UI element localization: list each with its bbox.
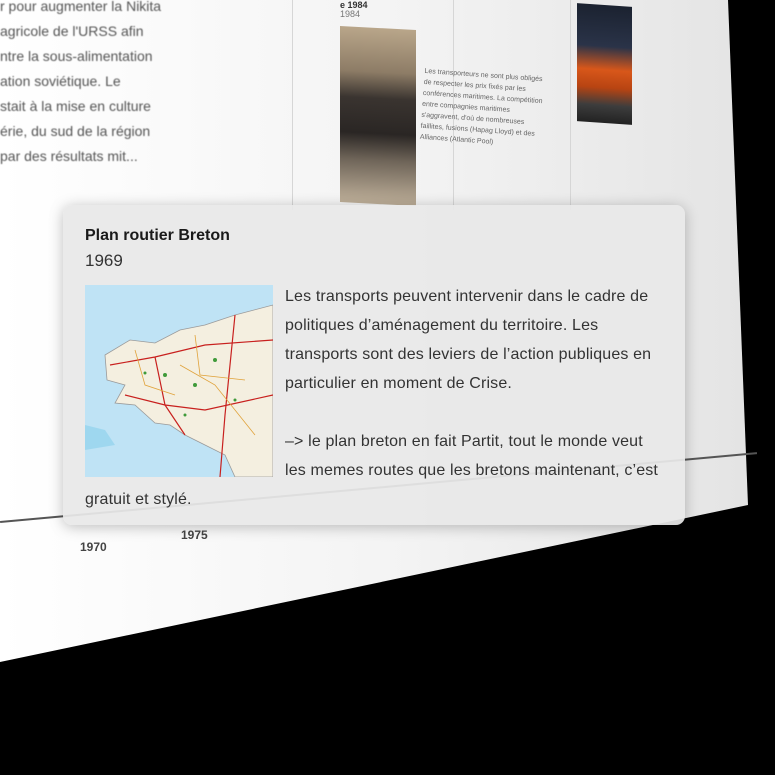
popover-year: 1969 <box>85 251 123 270</box>
axis-tick-1975: 1975 <box>181 528 208 542</box>
cargo-ship-photo[interactable] <box>340 26 416 206</box>
ship-event-year: 1984 <box>340 9 361 19</box>
popover-body: Les transports peuvent intervenir dans l… <box>85 282 663 514</box>
train-photo[interactable] <box>577 3 632 125</box>
popover-title: Plan routier Breton <box>85 227 230 244</box>
brittany-map-image[interactable] <box>85 285 273 477</box>
left-column-text: r pour augmenter la Nikita agricole de l… <box>0 0 162 164</box>
column-divider <box>570 0 571 210</box>
event-popover[interactable]: Plan routier Breton 1969 Les transports … <box>63 205 685 525</box>
ship-event-text: Les transporteurs ne sont plus obligés d… <box>419 67 543 146</box>
column-divider <box>292 0 293 210</box>
map-drawing <box>85 285 273 477</box>
axis-tick-1970: 1970 <box>80 540 107 554</box>
